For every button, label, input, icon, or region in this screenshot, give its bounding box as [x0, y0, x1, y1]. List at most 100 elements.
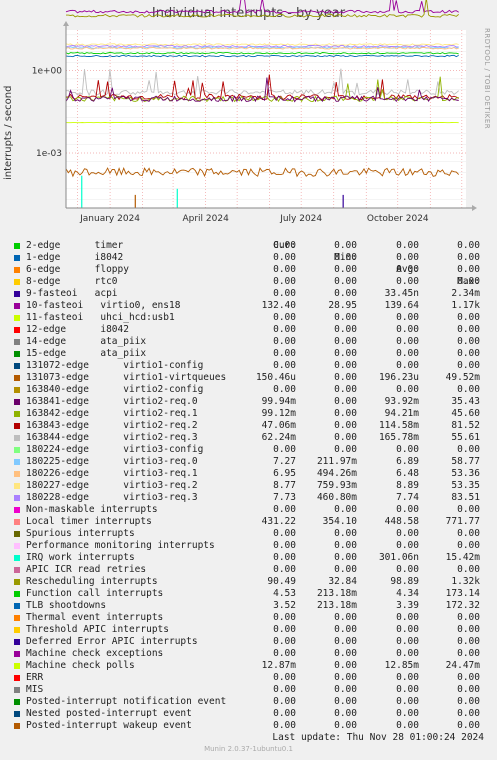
series-max: 35.43: [451, 396, 480, 407]
series-cur: 0.00: [273, 696, 296, 707]
series-avg: 98.89: [390, 576, 419, 587]
series-name: 180226-edge virtio3-req.1: [26, 468, 198, 479]
series-max: 0.00: [457, 276, 480, 287]
series-avg: 0.00: [396, 384, 419, 395]
series-avg: 0.00: [396, 252, 419, 263]
series-name: 163840-edge virtio2-config: [26, 384, 204, 395]
series-cur: 0.00: [273, 528, 296, 539]
x-tick-label: July 2024: [279, 214, 322, 224]
legend-swatch: [14, 267, 20, 273]
series-min: 0.00: [334, 540, 357, 551]
series-name: Deferred Error APIC interrupts: [26, 636, 198, 647]
legend-row: 12-edge i8042 0.00 0.00 0.00 0.00: [12, 324, 492, 336]
legend-swatch: [14, 279, 20, 285]
series-avg: 0.00: [396, 720, 419, 731]
series-cur: 0.00: [273, 324, 296, 335]
series-max: 0.00: [457, 444, 480, 455]
series-avg: 0.00: [396, 612, 419, 623]
series-name: 2-edge timer: [26, 240, 124, 251]
series-max: 0.00: [457, 336, 480, 347]
legend-row: 11-fasteoi uhci_hcd:usb1 0.00 0.00 0.00 0.00: [12, 312, 492, 324]
series-cur: 0.00: [273, 252, 296, 263]
legend-row: Posted-interrupt notification event 0.00 0…: [12, 696, 492, 708]
series-min: 0.00: [334, 324, 357, 335]
series-name: 15-edge ata_piix: [26, 348, 147, 359]
series-max: 0.00: [457, 672, 480, 683]
series-avg: 0.00: [396, 624, 419, 635]
series-name: 8-edge rtc0: [26, 276, 118, 287]
legend-swatch: [14, 699, 20, 705]
series-cur: 132.40: [261, 300, 296, 311]
series-max: 83.51: [451, 492, 480, 503]
series-min: 0.00: [334, 288, 357, 299]
series-max: 0.00: [457, 708, 480, 719]
legend-row: APIC ICR read retries 0.00 0.00 0.00 0.00: [12, 564, 492, 576]
legend-row: Nested posted-interrupt event 0.00 0.00 0.0…: [12, 708, 492, 720]
series-name: 131072-edge virtio1-config: [26, 360, 204, 371]
series-min: 0.00: [334, 612, 357, 623]
series-min: 0.00: [334, 396, 357, 407]
series-cur: 6.95: [273, 468, 296, 479]
legend-row: Thermal event interrupts 0.00 0.00 0.00 0.00: [12, 612, 492, 624]
series-avg: 0.00: [396, 540, 419, 551]
series-max: 0.00: [457, 324, 480, 335]
legend-swatch: [14, 651, 20, 657]
legend-swatch: [14, 639, 20, 645]
legend-row: 180226-edge virtio3-req.1 6.95 494.26m 6.48…: [12, 468, 492, 480]
series-cur: 0.00: [273, 264, 296, 275]
legend-row: 131073-edge virtio1-virtqueues 150.46u 0.0…: [12, 372, 492, 384]
series-max: 53.35: [451, 480, 480, 491]
series-max: 0.00: [457, 528, 480, 539]
series-line-virtio0-ens18: [65, 0, 459, 14]
series-avg: 8.89: [396, 480, 419, 491]
series-avg: 7.74: [396, 492, 419, 503]
series-cur: 0.00: [273, 288, 296, 299]
legend-row: MIS 0.00 0.00 0.00 0.00: [12, 684, 492, 696]
series-name: IRQ work interrupts: [26, 552, 135, 563]
legend-row: 180228-edge virtio3-req.3 7.73 460.80m 7.74…: [12, 492, 492, 504]
legend-swatch: [14, 723, 20, 729]
legend-swatch: [14, 447, 20, 453]
legend-swatch: [14, 687, 20, 693]
series-min: 0.00: [334, 252, 357, 263]
series-cur: 431.22: [261, 516, 296, 527]
series-cur: 0.00: [273, 708, 296, 719]
legend-row: Performance monitoring interrupts 0.00 0.0…: [12, 540, 492, 552]
series-avg: 0.00: [396, 324, 419, 335]
legend-row: 6-edge floppy 0.00 0.00 0.00 0.00: [12, 264, 492, 276]
series-avg: 12.85m: [384, 660, 419, 671]
series-avg: 0.00: [396, 348, 419, 359]
legend-swatch: [14, 387, 20, 393]
series-line-rescheduling: [66, 0, 459, 18]
series-avg: 0.00: [396, 240, 419, 251]
legend-swatch: [14, 711, 20, 717]
series-cur: 0.00: [273, 552, 296, 563]
series-avg: 448.58: [384, 516, 419, 527]
series-max: 0.00: [457, 624, 480, 635]
series-max: 0.00: [457, 252, 480, 263]
series-name: 180228-edge virtio3-req.3: [26, 492, 198, 503]
last-update: Last update: Thu Nov 28 01:00:24 2024: [272, 732, 484, 743]
series-max: 0.00: [457, 696, 480, 707]
series-max: 172.32: [445, 600, 480, 611]
x-tick-label: October 2024: [367, 214, 429, 224]
series-cur: 0.00: [273, 624, 296, 635]
series-max: 2.34m: [451, 288, 480, 299]
series-name: 163842-edge virtio2-req.1: [26, 408, 198, 419]
series-min: 0.00: [334, 684, 357, 695]
legend-swatch: [14, 351, 20, 357]
series-max: 45.60: [451, 408, 480, 419]
legend-swatch: [14, 363, 20, 369]
series-max: 81.52: [451, 420, 480, 431]
series-max: 0.00: [457, 312, 480, 323]
series-cur: 0.00: [273, 684, 296, 695]
series-min: 0.00: [334, 672, 357, 683]
series-name: Posted-interrupt wakeup event: [26, 720, 192, 731]
series-cur: 7.73: [273, 492, 296, 503]
series-min: 0.00: [334, 420, 357, 431]
series-min: 0.00: [334, 648, 357, 659]
legend-row: 180224-edge virtio3-config 0.00 0.00 0.00 0.…: [12, 444, 492, 456]
series-avg: 114.58m: [378, 420, 419, 431]
series-cur: 0.00: [273, 240, 296, 251]
series-cur: 0.00: [273, 504, 296, 515]
